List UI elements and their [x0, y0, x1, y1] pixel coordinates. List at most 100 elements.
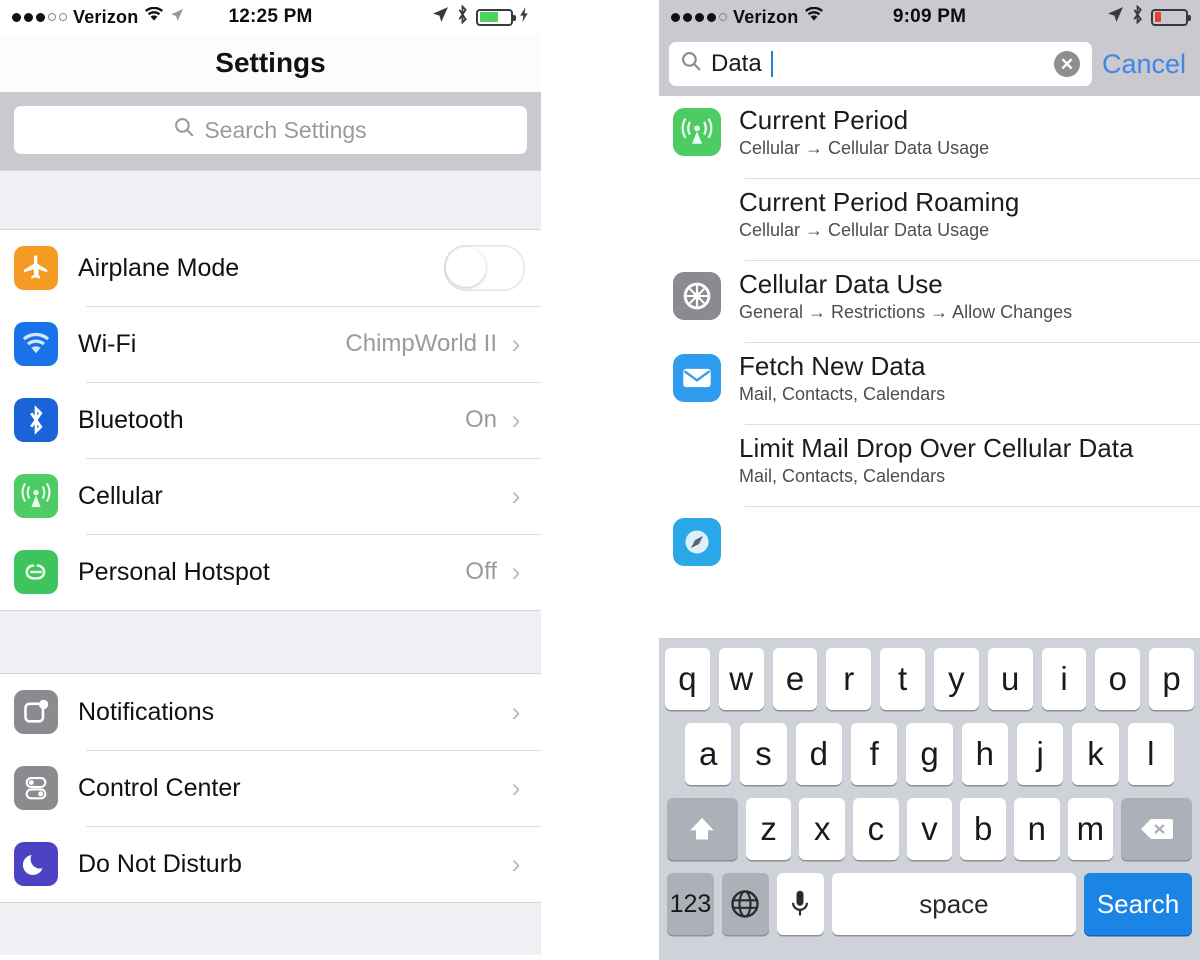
search-input-value: Data: [711, 50, 762, 77]
search-results-list: Current Period Cellular → Cellular Data …: [659, 96, 1200, 588]
key-a[interactable]: a: [685, 723, 732, 785]
key-o[interactable]: o: [1095, 648, 1141, 710]
row-label: Cellular: [78, 481, 163, 510]
row-label: Wi-Fi: [78, 329, 137, 358]
result-text: Limit Mail Drop Over Cellular Data Mail,…: [739, 433, 1139, 496]
key-c[interactable]: c: [853, 798, 899, 860]
sidebar-item-airplane-mode[interactable]: Airplane Mode: [0, 230, 541, 306]
key-x[interactable]: x: [799, 798, 846, 860]
left-status-bar: Verizon 12:25 PM: [0, 0, 541, 34]
key-j[interactable]: j: [1016, 723, 1064, 785]
keyboard-row-4: 123 space Search: [659, 873, 1200, 947]
chevron-right-icon: ›: [511, 480, 521, 511]
key-m[interactable]: m: [1067, 798, 1114, 860]
sidebar-item-do-not-disturb[interactable]: Do Not Disturb ›: [0, 826, 541, 902]
row-label: Bluetooth: [78, 405, 184, 434]
search-placeholder: Search Settings: [204, 116, 367, 143]
key-r[interactable]: r: [826, 648, 872, 710]
result-text: Current Period Cellular → Cellular Data …: [739, 105, 995, 168]
result-title: Fetch New Data: [739, 351, 926, 381]
result-breadcrumb: Cellular → Cellular Data Usage: [739, 220, 990, 241]
key-s[interactable]: s: [740, 723, 787, 785]
keyboard-row-3: z x c v b n m: [659, 798, 1200, 860]
status-right-group: [1107, 3, 1191, 30]
key-p[interactable]: p: [1149, 648, 1194, 710]
result-title: Limit Mail Drop Over Cellular Data: [739, 433, 1134, 463]
key-d[interactable]: d: [795, 723, 842, 785]
list-item[interactable]: Current Period Cellular → Cellular Data …: [659, 96, 1200, 178]
gear-icon: [673, 272, 721, 320]
key-w[interactable]: w: [718, 648, 764, 710]
no-icon-placeholder: [673, 190, 721, 238]
key-n[interactable]: n: [1013, 798, 1060, 860]
key-q[interactable]: q: [665, 648, 710, 710]
key-e[interactable]: e: [772, 648, 818, 710]
list-item[interactable]: Limit Mail Drop Over Cellular Data Mail,…: [659, 424, 1200, 506]
key-z[interactable]: z: [745, 798, 792, 860]
cancel-button[interactable]: Cancel: [1102, 49, 1190, 80]
lightning-bolt-icon: [520, 6, 529, 28]
row-value: Off: [465, 558, 497, 585]
result-text: [739, 516, 745, 578]
result-breadcrumb: Mail, Contacts, Calendars: [739, 384, 946, 405]
result-text: Cellular Data Use General → Restrictions…: [739, 269, 1078, 332]
row-label: Personal Hotspot: [78, 557, 270, 586]
airplane-mode-toggle[interactable]: [444, 245, 525, 291]
shift-key[interactable]: [667, 798, 738, 860]
list-item[interactable]: Cellular Data Use General → Restrictions…: [659, 260, 1200, 342]
row-value: On: [464, 406, 497, 433]
no-icon-placeholder: [673, 436, 721, 484]
search-input[interactable]: Data ✕: [669, 42, 1092, 86]
chevron-right-icon: ›: [511, 772, 521, 803]
microphone-key[interactable]: [776, 873, 824, 935]
search-input[interactable]: Search Settings: [14, 106, 527, 154]
result-title: Cellular Data Use: [739, 269, 943, 299]
keyboard-row-2: a s d f g h j k l: [659, 723, 1200, 785]
key-v[interactable]: v: [906, 798, 953, 860]
key-y[interactable]: y: [934, 648, 979, 710]
group-separator: [0, 610, 541, 674]
bluetooth-icon: [456, 3, 469, 30]
key-i[interactable]: i: [1041, 648, 1087, 710]
key-k[interactable]: k: [1072, 723, 1119, 785]
chevron-right-icon: ›: [511, 556, 521, 587]
result-text: Fetch New Data Mail, Contacts, Calendars: [739, 351, 951, 414]
key-t[interactable]: t: [880, 648, 925, 710]
key-h[interactable]: h: [961, 723, 1008, 785]
search-key[interactable]: Search: [1084, 873, 1192, 935]
key-u[interactable]: u: [987, 648, 1033, 710]
result-breadcrumb: Mail, Contacts, Calendars: [739, 466, 946, 487]
clear-search-button[interactable]: ✕: [1053, 51, 1080, 77]
list-item[interactable]: [659, 506, 1200, 588]
status-left-group: Verizon: [12, 6, 184, 28]
list-item[interactable]: Current Period Roaming Cellular → Cellul…: [659, 178, 1200, 260]
sidebar-item-wifi[interactable]: Wi-Fi ChimpWorld II ›: [0, 306, 541, 382]
numbers-key[interactable]: 123: [667, 873, 714, 935]
right-status-bar: Verizon 9:09 PM: [659, 0, 1200, 34]
result-breadcrumb: General → Restrictions → Allow Changes: [739, 302, 1073, 323]
row-label: Control Center: [78, 773, 241, 802]
backspace-key[interactable]: [1121, 798, 1192, 860]
list-item[interactable]: Fetch New Data Mail, Contacts, Calendars: [659, 342, 1200, 424]
search-bar-zone: Data ✕ Cancel: [659, 34, 1200, 96]
battery-icon: [1151, 8, 1191, 26]
key-l[interactable]: l: [1127, 723, 1174, 785]
screenshot-stage: Verizon 12:25 PM Settings Search Setting…: [0, 0, 1200, 960]
key-f[interactable]: f: [851, 723, 898, 785]
chevron-right-icon: ›: [511, 848, 521, 879]
sidebar-item-personal-hotspot[interactable]: Personal Hotspot Off ›: [0, 534, 541, 610]
space-key[interactable]: space: [831, 873, 1077, 935]
bluetooth-icon: [14, 398, 58, 442]
result-breadcrumb: Cellular → Cellular Data Usage: [739, 138, 990, 159]
key-b[interactable]: b: [960, 798, 1006, 860]
sidebar-item-bluetooth[interactable]: Bluetooth On ›: [0, 382, 541, 458]
wifi-icon: [14, 322, 58, 366]
sidebar-item-control-center[interactable]: Control Center ›: [0, 750, 541, 826]
row-label: Do Not Disturb: [78, 849, 242, 878]
sidebar-item-notifications[interactable]: Notifications ›: [0, 674, 541, 750]
text-cursor: [770, 51, 773, 77]
wifi-icon: [804, 6, 824, 28]
key-g[interactable]: g: [906, 723, 953, 785]
globe-key[interactable]: [721, 873, 769, 935]
sidebar-item-cellular[interactable]: Cellular ›: [0, 458, 541, 534]
